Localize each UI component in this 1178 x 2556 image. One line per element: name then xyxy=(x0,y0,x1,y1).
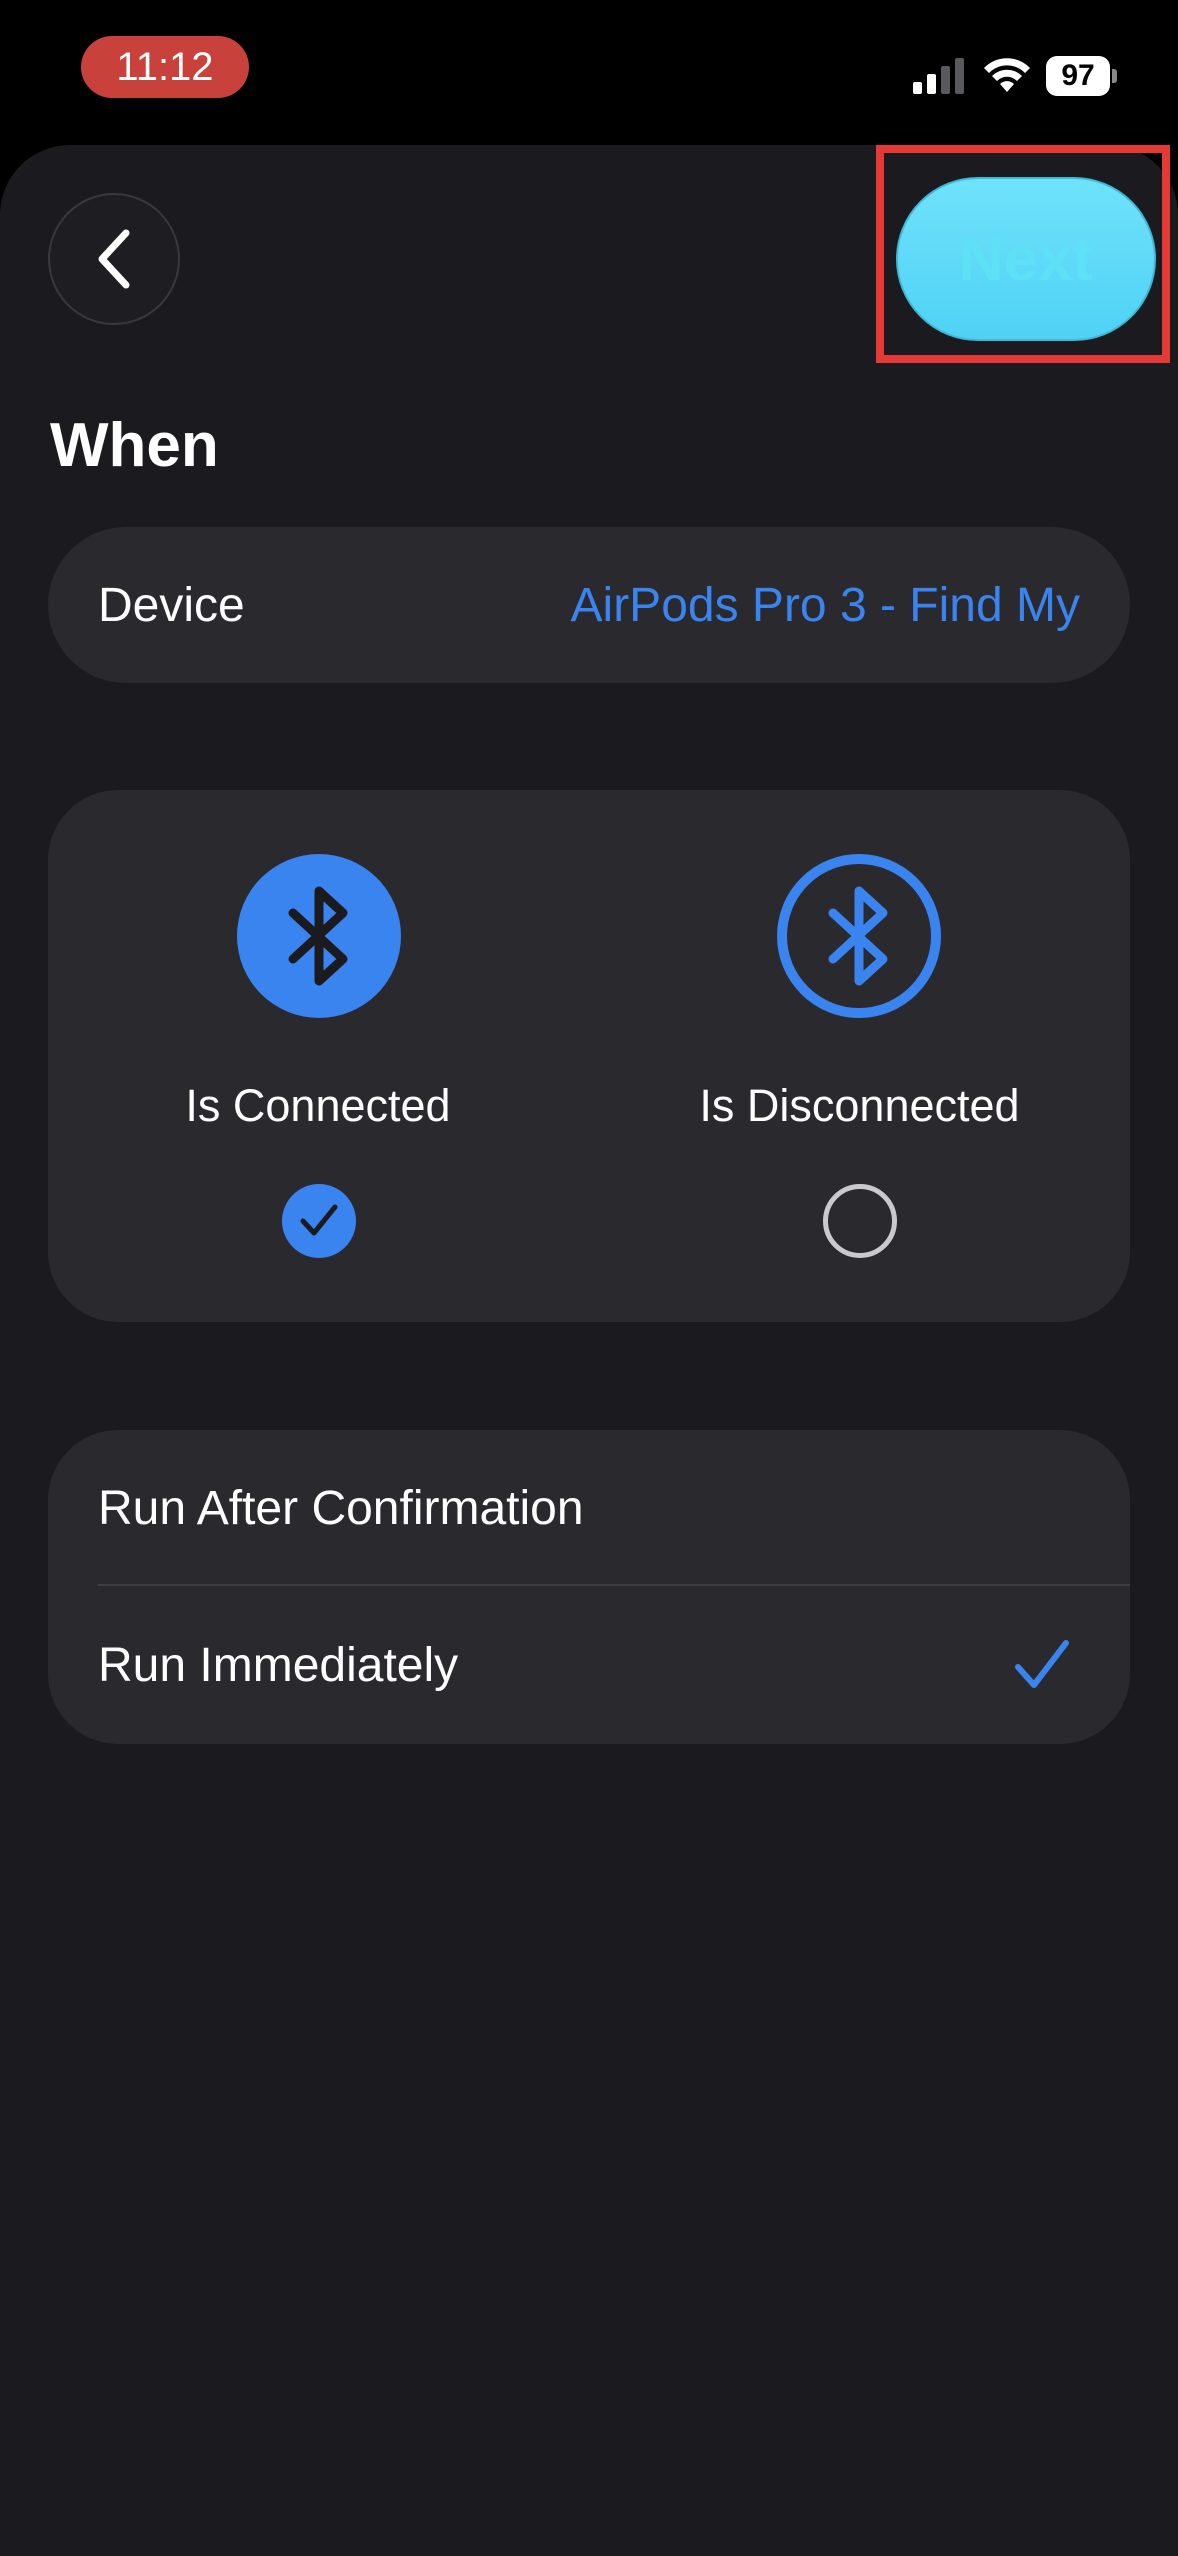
sheet xyxy=(0,145,1178,2556)
status-time: 11:12 xyxy=(81,36,249,98)
device-value[interactable]: AirPods Pro 3 - Find My xyxy=(571,527,1080,683)
bluetooth-glyph xyxy=(288,886,348,986)
bluetooth-glyph xyxy=(828,886,888,986)
run-option-immediately[interactable]: Run Immediately xyxy=(48,1587,1130,1744)
battery-tip xyxy=(1112,69,1117,83)
battery-icon: 97 xyxy=(1046,56,1118,96)
wifi-icon xyxy=(984,58,1030,92)
checkmark-icon xyxy=(1015,1640,1069,1688)
run-option-after-confirmation[interactable]: Run After Confirmation xyxy=(48,1430,1130,1587)
condition-card: Is Connected Is Disconnected xyxy=(48,790,1130,1322)
battery-level: 97 xyxy=(1046,56,1110,96)
run-option-label: Run After Confirmation xyxy=(98,1482,584,1535)
divider xyxy=(98,1584,1130,1586)
bluetooth-icon xyxy=(777,854,941,1018)
run-option-label: Run Immediately xyxy=(98,1639,459,1692)
section-title: When xyxy=(50,411,219,480)
run-options-card: Run After Confirmation Run Immediately xyxy=(48,1430,1130,1744)
device-row[interactable]: Device AirPods Pro 3 - Find My xyxy=(48,527,1130,683)
option-label: Is Disconnected xyxy=(699,1080,1020,1131)
device-label: Device xyxy=(98,578,245,632)
next-button[interactable]: Next xyxy=(896,177,1156,341)
chevron-left-icon xyxy=(98,229,130,289)
status-bar: 11:12 97 xyxy=(0,0,1178,140)
option-is-connected[interactable]: Is Connected xyxy=(48,790,589,1322)
cellular-signal-icon xyxy=(913,58,964,94)
option-label: Is Connected xyxy=(185,1080,451,1131)
option-is-disconnected[interactable]: Is Disconnected xyxy=(589,790,1130,1322)
bluetooth-icon xyxy=(237,854,401,1018)
back-button[interactable] xyxy=(48,193,180,325)
checkmark-selected-icon[interactable] xyxy=(282,1184,356,1258)
radio-unselected-icon[interactable] xyxy=(823,1184,897,1258)
